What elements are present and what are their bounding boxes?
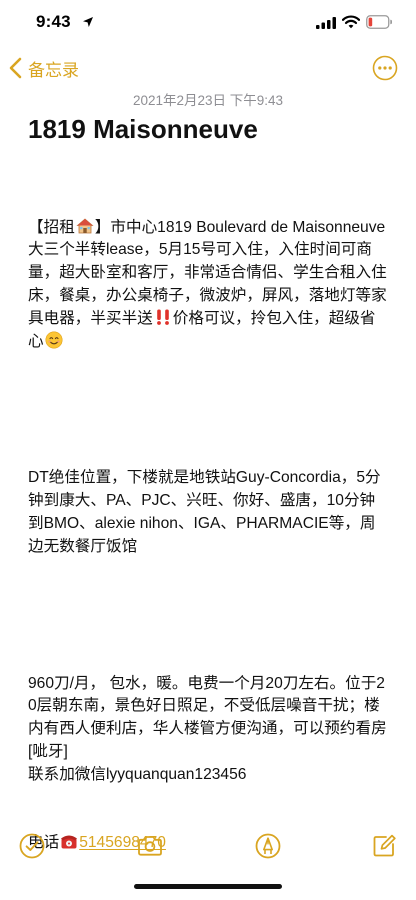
camera-icon[interactable] [136, 832, 164, 860]
note-date: 2021年2月23日 下午9:43 [132, 93, 284, 108]
status-bar: 9:43 [0, 0, 416, 46]
location-arrow-icon [83, 17, 93, 27]
note-paragraph-details: 960刀/月， 包水，暖。电费一个月20刀左右。位于20层朝东南，景色好日照足，… [28, 674, 387, 783]
note-body[interactable]: 【招租 】市中心1819 Boulevard de Maisonneuve大三个… [28, 171, 390, 878]
home-indicator[interactable] [134, 884, 282, 889]
cellular-signal-icon [316, 17, 336, 29]
status-time: 9:43 [36, 12, 71, 31]
note-paragraph-location: DT绝佳位置，下楼就是地铁站Guy-Concordia，5分钟到康大、PA、PJ… [28, 469, 381, 555]
markup-pen-icon[interactable] [254, 832, 282, 860]
smiling-face-icon [45, 331, 63, 349]
back-label: 备忘录 [28, 60, 79, 80]
note-title[interactable]: 1819 Maisonneuve [28, 114, 258, 145]
bottom-toolbar [0, 828, 416, 864]
checklist-icon[interactable] [18, 832, 46, 860]
double-exclamation-icon [156, 309, 169, 325]
wifi-icon [342, 15, 360, 29]
chevron-left-icon [9, 57, 22, 79]
battery-icon [366, 15, 392, 29]
back-button[interactable]: 备忘录 [8, 52, 79, 84]
more-options-icon[interactable] [372, 55, 398, 81]
note-paragraph-intro: 【招租 】市中心1819 Boulevard de Maisonneuve大三个… [28, 216, 390, 354]
house-emoji-icon [75, 216, 94, 235]
navigation-bar: 备忘录 [0, 50, 416, 86]
compose-icon[interactable] [370, 832, 398, 860]
note-text: 【招租 [28, 218, 75, 236]
